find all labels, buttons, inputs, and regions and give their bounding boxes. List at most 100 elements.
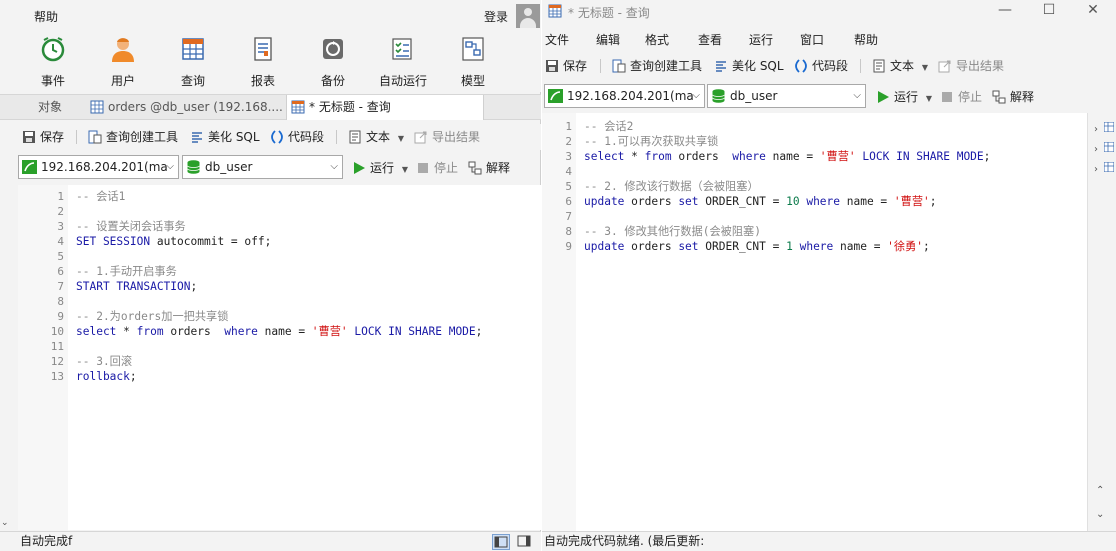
code-line[interactable]: update orders set ORDER_CNT = 1 where na… xyxy=(584,239,930,254)
layout-toggle-right[interactable] xyxy=(516,534,534,550)
code-token: autocommit = off; xyxy=(150,235,272,248)
code-line[interactable]: rollback; xyxy=(76,369,137,384)
database-select[interactable]: db_user ⌵ xyxy=(182,155,343,179)
run-button[interactable]: 运行 ▼ xyxy=(352,159,408,177)
code-token: -- 3.回滚 xyxy=(76,355,133,368)
code-line[interactable]: -- 会话1 xyxy=(76,189,125,204)
menu-run[interactable]: 运行 xyxy=(749,31,773,48)
code-line[interactable]: START TRANSACTION; xyxy=(76,279,197,294)
code-line[interactable]: -- 3.回滚 xyxy=(76,354,132,369)
layout-toggle-left[interactable] xyxy=(492,534,510,550)
table-icon xyxy=(90,100,104,114)
code-line[interactable]: SET SESSION autocommit = off; xyxy=(76,234,271,249)
code-line[interactable]: update orders set ORDER_CNT = 10 where n… xyxy=(584,194,937,209)
explain-button[interactable]: 解释 xyxy=(992,88,1034,106)
stop-button[interactable]: 停止 xyxy=(940,88,982,106)
ribbon-autorun-button[interactable]: 自动运行 xyxy=(373,30,433,90)
database-select[interactable]: db_user ⌵ xyxy=(707,84,866,108)
ribbon-query-button[interactable]: 查询 xyxy=(163,30,223,90)
right-side-panel: › › › ⌃ ⌄ xyxy=(1087,113,1116,531)
beautify-sql-button[interactable]: 美化 SQL xyxy=(190,128,260,146)
right-statusbar: 自动完成代码就绪. (最后更新: xyxy=(542,531,1116,551)
chevron-up-icon[interactable]: ⌃ xyxy=(1096,485,1104,496)
right-titlebar: * 无标题 - 查询 — ☐ ✕ xyxy=(542,0,1116,26)
menu-format[interactable]: 格式 xyxy=(645,31,669,48)
export-results-label: 导出结果 xyxy=(956,59,1005,73)
ribbon-event-button[interactable]: 事件 xyxy=(23,30,83,90)
code-token: ; xyxy=(129,370,137,383)
chevron-down-icon: ⌵ xyxy=(853,90,861,101)
tab-query-active[interactable]: * 无标题 - 查询 xyxy=(286,95,484,120)
left-tab-bar: 对象 orders @db_user (192.168.... * 无标题 - … xyxy=(0,94,541,120)
code-line[interactable]: select * from orders where name = '曹营' L… xyxy=(76,324,482,339)
code-line[interactable]: -- 设置关闭会话事务 xyxy=(76,219,186,234)
left-scrollbar[interactable]: ⌄ xyxy=(0,185,10,530)
save-button[interactable]: 保存 xyxy=(545,57,587,75)
export-results-button[interactable]: 导出结果 xyxy=(414,128,480,146)
side-item[interactable]: › xyxy=(1094,141,1116,155)
code-line[interactable]: -- 1.手动开启事务 xyxy=(76,264,177,279)
line-number: 7 xyxy=(565,210,572,223)
query-builder-button[interactable]: 查询创建工具 xyxy=(88,128,178,146)
ribbon-query-label: 查询 xyxy=(180,74,205,88)
ribbon-user-label: 用户 xyxy=(110,74,135,88)
code-line[interactable]: -- 2. 修改该行数据（会被阻塞） xyxy=(584,179,759,194)
ribbon-model-button[interactable]: 模型 xyxy=(443,30,503,90)
connection-icon xyxy=(22,160,37,174)
code-line[interactable]: -- 会话2 xyxy=(584,119,633,134)
left-sql-editor[interactable]: 1 -- 会话1 2 3 -- 设置关闭会话事务 4 SET SESSION autocom… xyxy=(18,185,541,530)
connection-select[interactable]: 192.168.204.201(ma ⌵ xyxy=(544,84,705,108)
export-results-button[interactable]: 导出结果 xyxy=(938,57,1004,75)
ribbon-user-button[interactable]: 用户 xyxy=(93,30,153,90)
text-doc-icon xyxy=(349,130,361,144)
maximize-button[interactable]: ☐ xyxy=(1026,0,1072,22)
code-token: ; xyxy=(923,240,930,253)
chevron-down-icon: ⌵ xyxy=(166,161,174,172)
save-button[interactable]: 保存 xyxy=(22,128,64,146)
stop-icon xyxy=(942,92,952,102)
stop-button[interactable]: 停止 xyxy=(416,159,458,177)
avatar[interactable] xyxy=(516,4,540,28)
menu-help[interactable]: 帮助 xyxy=(34,8,58,25)
line-number: 8 xyxy=(57,295,64,308)
tab-orders-table[interactable]: orders @db_user (192.168.... xyxy=(86,95,284,120)
code-line[interactable]: -- 2.为orders加一把共享锁 xyxy=(76,309,228,324)
line-number: 5 xyxy=(57,250,64,263)
ribbon-backup-button[interactable]: 备份 xyxy=(303,30,363,90)
menu-help[interactable]: 帮助 xyxy=(854,31,878,48)
login-link[interactable]: 登录 xyxy=(484,8,508,25)
side-item[interactable]: › xyxy=(1094,161,1116,175)
code-token: update xyxy=(584,240,625,253)
text-mode-button[interactable]: 文本 ▼ xyxy=(872,57,928,75)
minimize-button[interactable]: — xyxy=(982,0,1028,22)
run-button[interactable]: 运行 ▼ xyxy=(876,88,932,106)
chevron-down-icon[interactable]: ⌄ xyxy=(1096,509,1104,520)
snippet-button[interactable]: 代码段 xyxy=(270,128,324,146)
stop-icon xyxy=(418,163,428,173)
left-statusbar: 自动完成f xyxy=(0,531,541,551)
connection-select[interactable]: 192.168.204.201(ma ⌵ xyxy=(18,155,179,179)
explain-button[interactable]: 解释 xyxy=(468,159,510,177)
beautify-sql-button[interactable]: 美化 SQL xyxy=(714,57,784,75)
code-line[interactable]: -- 3. 修改其他行数据(会被阻塞) xyxy=(584,224,761,239)
status-text: 自动完成代码就绪. (最后更新: xyxy=(544,534,705,548)
menu-edit[interactable]: 编辑 xyxy=(596,31,620,48)
right-sql-editor[interactable]: 1 -- 会话2 2 -- 1.可以再次获取共享锁 3 select * from ord… xyxy=(542,113,1087,531)
query-builder-button[interactable]: 查询创建工具 xyxy=(612,57,702,75)
menu-view[interactable]: 查看 xyxy=(698,31,722,48)
code-line[interactable]: select * from orders where name = '曹营' L… xyxy=(584,149,990,164)
menu-window[interactable]: 窗口 xyxy=(800,31,824,48)
close-button[interactable]: ✕ xyxy=(1070,0,1116,22)
menu-file[interactable]: 文件 xyxy=(545,31,569,48)
code-line[interactable]: -- 1.可以再次获取共享锁 xyxy=(584,134,718,149)
side-item[interactable]: › xyxy=(1094,121,1116,135)
snippet-button[interactable]: 代码段 xyxy=(794,57,848,75)
text-mode-label: 文本 xyxy=(366,130,391,144)
table-icon xyxy=(1103,121,1115,133)
ribbon-report-button[interactable]: 报表 xyxy=(233,30,293,90)
tab-objects[interactable]: 对象 xyxy=(16,95,84,120)
save-label: 保存 xyxy=(40,130,65,144)
ribbon-autorun-label: 自动运行 xyxy=(378,74,427,88)
text-mode-button[interactable]: 文本 ▼ xyxy=(348,128,404,146)
